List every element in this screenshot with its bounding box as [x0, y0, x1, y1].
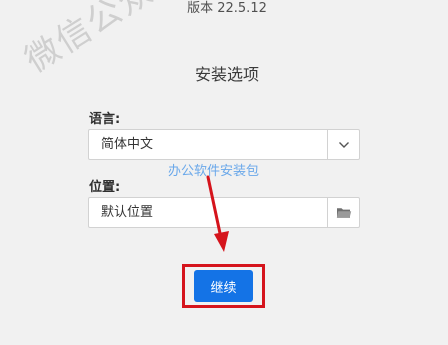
continue-button[interactable]: 继续	[194, 270, 253, 302]
